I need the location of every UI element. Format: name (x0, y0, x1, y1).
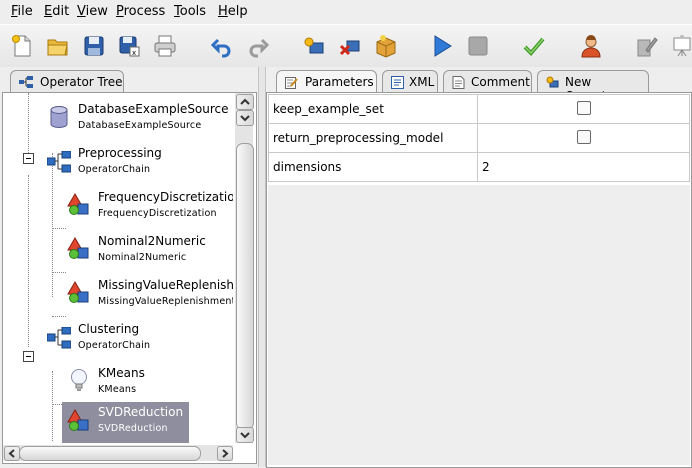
menu-bar: File Edit View Process Tools Help (0, 0, 692, 24)
menu-tools[interactable]: Tools (174, 4, 206, 19)
delete-operator-icon[interactable] (338, 34, 362, 58)
preprocessing-operator-icon (67, 409, 89, 431)
operator-tree-icon (19, 76, 33, 88)
param-key: return_preprocessing_model (268, 123, 478, 153)
menu-file[interactable]: File (11, 4, 33, 19)
scroll-down-button[interactable] (236, 427, 254, 443)
collapse-toggle[interactable] (23, 153, 34, 164)
tab-parameters[interactable]: Parameters (276, 70, 377, 93)
tab-comment[interactable]: Comment (443, 70, 532, 93)
return-preprocessing-model-checkbox[interactable] (576, 129, 591, 144)
edit-note-icon[interactable] (634, 34, 658, 58)
stop-icon[interactable] (466, 34, 490, 58)
parameters-icon (285, 76, 298, 89)
new-operator-icon (546, 76, 559, 89)
tab-xml[interactable]: XML (382, 70, 438, 93)
tree-line (52, 316, 66, 317)
tree-node-frequencydiscretization[interactable]: FrequencyDiscretization FrequencyDiscret… (65, 187, 233, 227)
scroll-right-button[interactable] (217, 446, 233, 461)
print-icon[interactable] (153, 34, 177, 58)
svg-text:x: x (132, 49, 136, 57)
scroll-left-button[interactable] (4, 446, 20, 461)
operator-chain-icon (47, 151, 71, 173)
param-key: dimensions (268, 152, 478, 182)
toolbar: x (0, 24, 692, 68)
scroll-thumb[interactable] (19, 446, 201, 461)
add-operator-icon[interactable] (302, 34, 326, 58)
table-row: dimensions 2 (268, 152, 690, 182)
scroll-up-button[interactable] (236, 94, 254, 110)
chevron-left-icon (8, 449, 15, 458)
lightbulb-icon (71, 369, 87, 391)
menu-edit[interactable]: Edit (44, 4, 69, 19)
table-row: return_preprocessing_model (268, 123, 690, 153)
tree-node-preprocessing[interactable]: Preprocessing OperatorChain (45, 143, 233, 183)
operator-tree-panel: Operator Tree DatabaseExampleSource Data… (0, 67, 258, 467)
tree-node-databaseexamplesource[interactable]: DatabaseExampleSource DatabaseExampleSou… (45, 99, 233, 139)
chevron-up-icon (240, 98, 250, 105)
tab-operator-tree-label: Operator Tree (40, 75, 123, 89)
package-icon[interactable] (374, 34, 398, 58)
split-pane-divider[interactable] (258, 67, 266, 467)
tree-line (52, 371, 53, 441)
preprocessing-operator-icon (67, 193, 89, 215)
param-key: keep_example_set (268, 94, 478, 124)
comment-icon (452, 76, 465, 89)
tree-node-kmeans[interactable]: KMeans KMeans (65, 363, 233, 403)
preprocessing-operator-icon (67, 281, 89, 303)
table-row: keep_example_set (268, 94, 690, 124)
tree-node-nominal2numeric[interactable]: Nominal2Numeric Nominal2Numeric (65, 231, 233, 271)
tree-line (52, 272, 66, 273)
scroll-down-button[interactable] (236, 110, 254, 126)
scroll-thumb[interactable] (236, 143, 254, 430)
preprocessing-operator-icon (67, 237, 89, 259)
tree-line (28, 175, 29, 347)
presentation-icon[interactable] (670, 34, 692, 58)
validate-check-icon[interactable] (522, 34, 546, 58)
dimensions-field[interactable]: 2 (477, 152, 690, 182)
keep-example-set-checkbox[interactable] (576, 100, 591, 115)
menu-process[interactable]: Process (116, 4, 165, 19)
menu-help[interactable]: Help (218, 4, 248, 19)
parameters-table: keep_example_set return_preprocessing_mo… (268, 94, 690, 182)
redo-icon[interactable] (246, 34, 270, 58)
chevron-right-icon (222, 449, 229, 458)
save-as-icon[interactable]: x (117, 34, 141, 58)
tree-line (52, 228, 66, 229)
param-value-cell (477, 94, 690, 124)
operator-details-panel: Parameters XML Comment New Operator keep… (266, 67, 692, 468)
parameters-frame: keep_example_set return_preprocessing_mo… (266, 92, 692, 468)
database-icon (50, 106, 68, 129)
empty-area (268, 185, 690, 465)
chevron-down-icon (240, 115, 250, 122)
xml-icon (391, 76, 404, 89)
tree-node-svdreduction[interactable]: SVDReduction SVDReduction (62, 402, 189, 443)
chevron-down-icon (240, 432, 250, 439)
tab-new-operator[interactable]: New Operator (537, 70, 649, 103)
tree-node-clustering[interactable]: Clustering OperatorChain (45, 319, 233, 359)
operator-chain-icon (47, 327, 71, 349)
collapse-toggle[interactable] (23, 351, 34, 362)
run-icon[interactable] (430, 34, 454, 58)
new-file-icon[interactable] (10, 34, 34, 58)
save-icon[interactable] (82, 34, 106, 58)
tab-operator-tree[interactable]: Operator Tree (10, 70, 124, 93)
tree-vertical-scrollbar[interactable] (235, 93, 254, 443)
undo-icon[interactable] (210, 34, 234, 58)
menu-view[interactable]: View (77, 4, 108, 19)
open-folder-icon[interactable] (46, 34, 70, 58)
param-value-cell (477, 123, 690, 153)
tree-node-missingvaluereplenishment[interactable]: MissingValueReplenishn MissingValueReple… (65, 275, 233, 315)
user-icon[interactable] (579, 34, 603, 58)
operator-tree: DatabaseExampleSource DatabaseExampleSou… (3, 93, 233, 443)
tree-horizontal-scrollbar[interactable] (3, 445, 233, 461)
